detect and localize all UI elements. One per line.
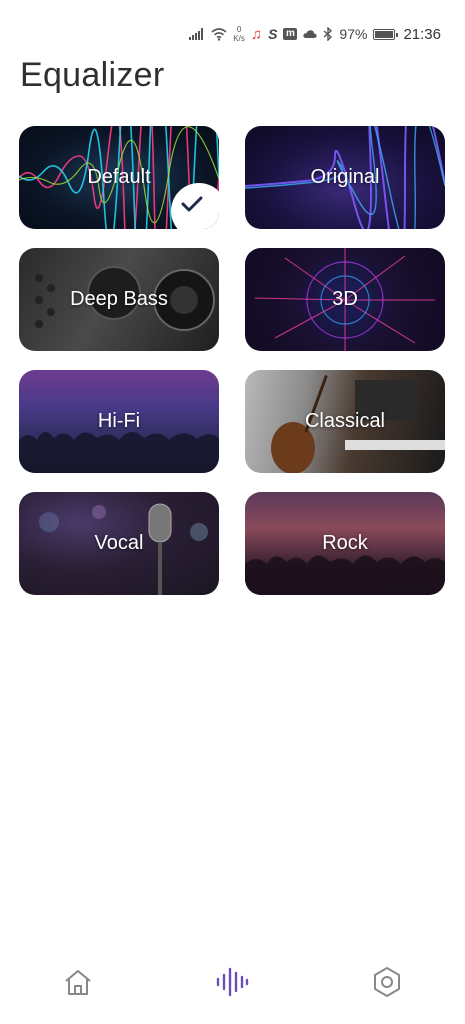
home-icon [65,970,91,995]
wifi-icon [211,27,227,41]
battery-percent: 97% [339,26,368,42]
preset-card-3d[interactable]: 3D [245,248,445,351]
preset-card-default[interactable]: Default [19,126,219,229]
preset-label: Deep Bass [70,288,168,310]
signal-icon [189,28,205,40]
status-icons: 0 K/s ♫ S m 97% 21:36 [189,22,441,46]
bluetooth-icon [323,27,333,41]
status-bar: 0 K/s ♫ S m 97% 21:36 [0,0,465,64]
preset-label: Classical [304,410,386,432]
preset-label: Default [87,166,151,188]
battery-icon [373,28,399,40]
network-speed-unit: K/s [233,34,245,43]
clock: 21:36 [403,25,441,43]
preset-card-hi-fi[interactable]: Hi-Fi [19,370,219,473]
soundwave-icon [216,967,249,997]
network-speed: 0 K/s [233,25,245,43]
preset-card-deep-bass[interactable]: Deep Bass [19,248,219,351]
home-tab[interactable] [58,962,98,1002]
preset-label: Rock [322,532,368,554]
m-app-icon: m [283,28,298,40]
music-note-icon: ♫ [250,25,263,43]
settings-hexagon-icon [374,967,400,997]
network-speed-value: 0 [236,25,242,34]
bottom-tab-bar [0,954,465,1024]
preset-card-classical[interactable]: Classical [245,370,445,473]
preset-card-original[interactable]: Original [245,126,445,229]
preset-card-vocal[interactable]: Vocal [19,492,219,595]
preset-label: Hi-Fi [97,410,141,432]
preset-label: Original [310,166,380,188]
cloud-icon [303,29,317,39]
preset-label: Vocal [94,532,144,554]
settings-tab[interactable] [367,962,407,1002]
preset-label: 3D [332,288,358,310]
s-app-icon: S [268,26,278,42]
equalizer-tab[interactable] [212,962,252,1002]
preset-card-rock[interactable]: Rock [245,492,445,595]
page-title: Equalizer [20,56,165,94]
